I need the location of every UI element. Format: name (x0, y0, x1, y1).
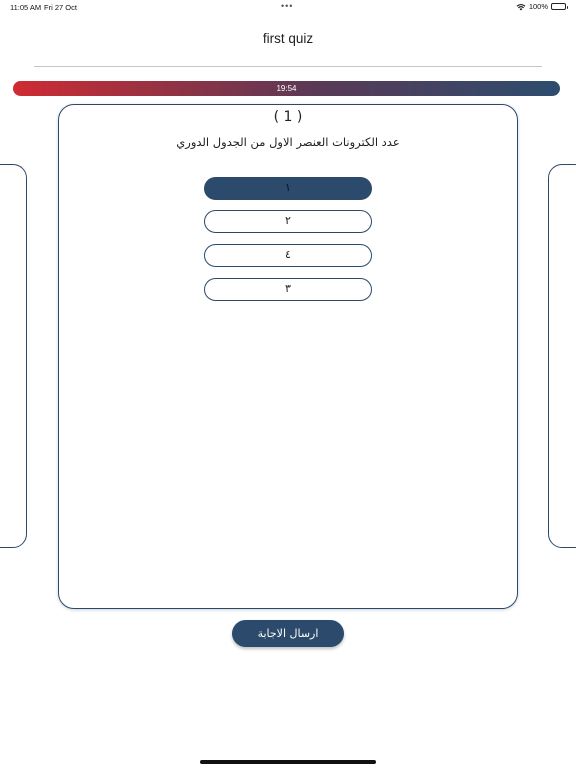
timer-bar: 19:54 (13, 81, 560, 96)
submit-answer-button[interactable]: ارسال الاجابة (232, 620, 344, 647)
status-right: 100% (516, 2, 568, 11)
next-question-card[interactable] (548, 164, 576, 548)
status-date: Fri 27 Oct (44, 3, 77, 12)
home-indicator[interactable] (200, 760, 376, 764)
battery-percentage: 100% (528, 2, 548, 11)
battery-icon (551, 3, 568, 10)
quiz-screen: 11:05 AM Fri 27 Oct ••• 100% first quiz … (0, 0, 576, 768)
status-time: 11:05 AM (10, 3, 42, 12)
timer-text: 19:54 (276, 84, 297, 93)
header-divider (34, 66, 542, 67)
question-number: ( 1 ) (273, 109, 303, 125)
previous-question-card[interactable] (0, 164, 27, 548)
answer-option-2[interactable]: ٢ (204, 210, 372, 233)
answer-option-4[interactable]: ٣ (204, 278, 372, 301)
wifi-icon (516, 3, 526, 11)
answer-option-3[interactable]: ٤ (204, 244, 372, 267)
question-card: ( 1 ) عدد الكترونات العنصر الاول من الجد… (58, 104, 518, 609)
answer-option-1[interactable]: ١ (204, 177, 372, 200)
multitasking-dots[interactable]: ••• (281, 1, 293, 11)
status-bar: 11:05 AM Fri 27 Oct ••• 100% (0, 0, 576, 14)
page-title: first quiz (262, 31, 314, 46)
question-text: عدد الكترونات العنصر الاول من الجدول الد… (176, 135, 400, 149)
